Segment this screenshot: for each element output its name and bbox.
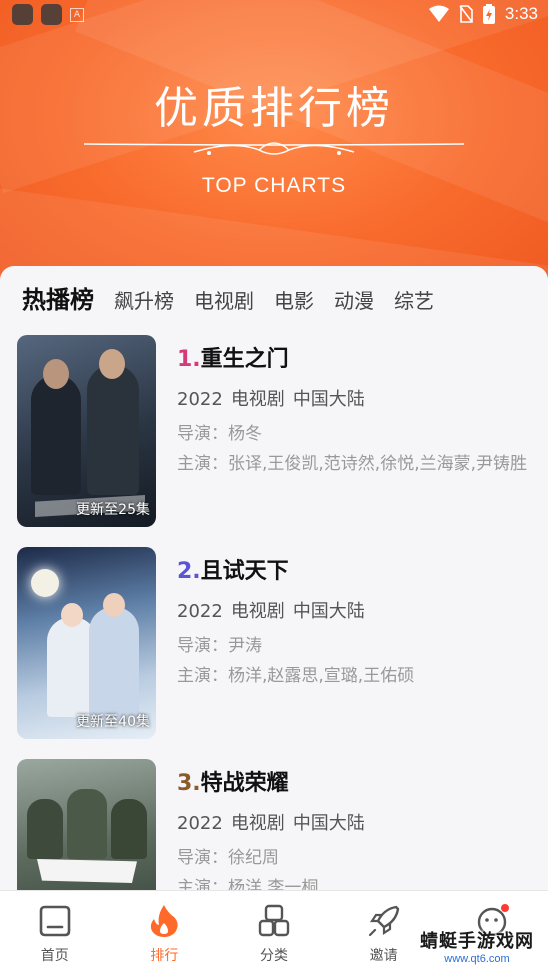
no-sim-icon: [459, 5, 473, 23]
rank-number: 3.: [177, 771, 201, 796]
item-region: 中国大陆: [292, 813, 365, 834]
status-bar: A 3:33: [0, 0, 548, 30]
item-type: 电视剧: [230, 813, 285, 834]
item-region: 中国大陆: [292, 601, 365, 622]
banner-title: 优质排行榜: [154, 83, 394, 134]
item-title-line: 2.且试天下: [177, 553, 537, 585]
rank-number: 1.: [177, 347, 201, 372]
tab-anime[interactable]: 动漫: [334, 285, 374, 314]
episode-badge: 更新至25集: [76, 502, 150, 518]
category-icon: [258, 904, 290, 937]
tab-rising[interactable]: 飙升榜: [114, 285, 174, 314]
item-type: 电视剧: [230, 601, 285, 622]
clock: 3:33: [504, 4, 538, 23]
tab-movie[interactable]: 电影: [274, 285, 314, 314]
bottom-nav: 首页 排行 分类 邀请 我的 蜻蜓手: [0, 890, 548, 975]
item-cast: 主演：杨洋,李一桐: [177, 878, 319, 890]
category-tabs: 热播榜 飙升榜 电视剧 电影 动漫 综艺: [22, 280, 434, 315]
nav-category[interactable]: 分类: [219, 891, 329, 975]
poster[interactable]: 更新至40集: [17, 547, 156, 739]
item-director: 导演：徐纪周: [177, 848, 279, 868]
item-cast: 主演：杨洋,赵露思,宣璐,王佑硕: [177, 666, 415, 686]
item-director: 导演：杨冬: [177, 424, 262, 444]
watermark: 蜻蜓手游戏网 www.qt6.com: [420, 927, 534, 965]
item-region: 中国大陆: [292, 389, 365, 410]
list-item[interactable]: 3.特战荣耀 2022 电视剧 中国大陆 导演：徐纪周 主演：杨洋,李一桐: [17, 759, 537, 890]
nav-home[interactable]: 首页: [0, 891, 110, 975]
nav-label: 分类: [259, 948, 288, 964]
ornament-divider: [84, 142, 464, 155]
notification-icon: [41, 4, 62, 25]
flame-icon: [151, 905, 178, 937]
item-year: 2022: [177, 389, 223, 410]
tab-hot[interactable]: 热播榜: [22, 280, 94, 315]
item-year: 2022: [177, 813, 223, 834]
nav-ranking[interactable]: 排行: [110, 891, 220, 975]
item-title: 且试天下: [200, 559, 289, 584]
item-type: 电视剧: [230, 389, 285, 410]
nav-label: 排行: [150, 948, 179, 964]
item-meta: 2022 电视剧 中国大陆: [177, 809, 537, 835]
poster[interactable]: 更新至25集: [17, 335, 156, 527]
notification-icon: [12, 4, 33, 25]
tab-variety[interactable]: 综艺: [394, 285, 434, 314]
chart-sheet: 热播榜 飙升榜 电视剧 电影 动漫 综艺 更新至25集 1.重生之门 2022 电…: [0, 266, 548, 890]
banner-subtitle: TOP CHARTS: [201, 174, 347, 197]
battery-icon: [482, 4, 495, 24]
item-meta: 2022 电视剧 中国大陆: [177, 597, 537, 623]
item-title-line: 1.重生之门: [177, 341, 537, 373]
item-cast: 主演：张译,王俊凯,范诗然,徐悦,兰海蒙,尹铸胜: [177, 454, 528, 474]
home-icon: [39, 905, 71, 937]
item-title: 特战荣耀: [200, 771, 289, 796]
wifi-icon: [428, 5, 449, 22]
item-director: 导演：尹涛: [177, 636, 262, 656]
item-meta: 2022 电视剧 中国大陆: [177, 385, 537, 411]
tab-tv[interactable]: 电视剧: [194, 285, 254, 314]
item-year: 2022: [177, 601, 223, 622]
list-item[interactable]: 更新至40集 2.且试天下 2022 电视剧 中国大陆 导演：尹涛 主演：杨洋,赵露…: [17, 547, 537, 739]
rocket-icon: [368, 905, 399, 937]
a-icon: A: [70, 8, 84, 22]
episode-badge: 更新至40集: [76, 714, 150, 730]
watermark-title: 蜻蜓手游戏网: [420, 931, 534, 952]
item-title: 重生之门: [200, 347, 289, 372]
poster[interactable]: [17, 759, 156, 890]
nav-label: 邀请: [369, 948, 398, 964]
item-title-line: 3.特战荣耀: [177, 765, 537, 797]
top-charts-banner: A 3:33 优质排行榜 TOP CHARTS: [0, 0, 548, 290]
watermark-url: www.qt6.com: [444, 953, 510, 965]
nav-label: 首页: [40, 948, 69, 964]
list-item[interactable]: 更新至25集 1.重生之门 2022 电视剧 中国大陆 导演：杨冬 主演：张译,王俊…: [17, 335, 537, 527]
rank-number: 2.: [177, 559, 201, 584]
